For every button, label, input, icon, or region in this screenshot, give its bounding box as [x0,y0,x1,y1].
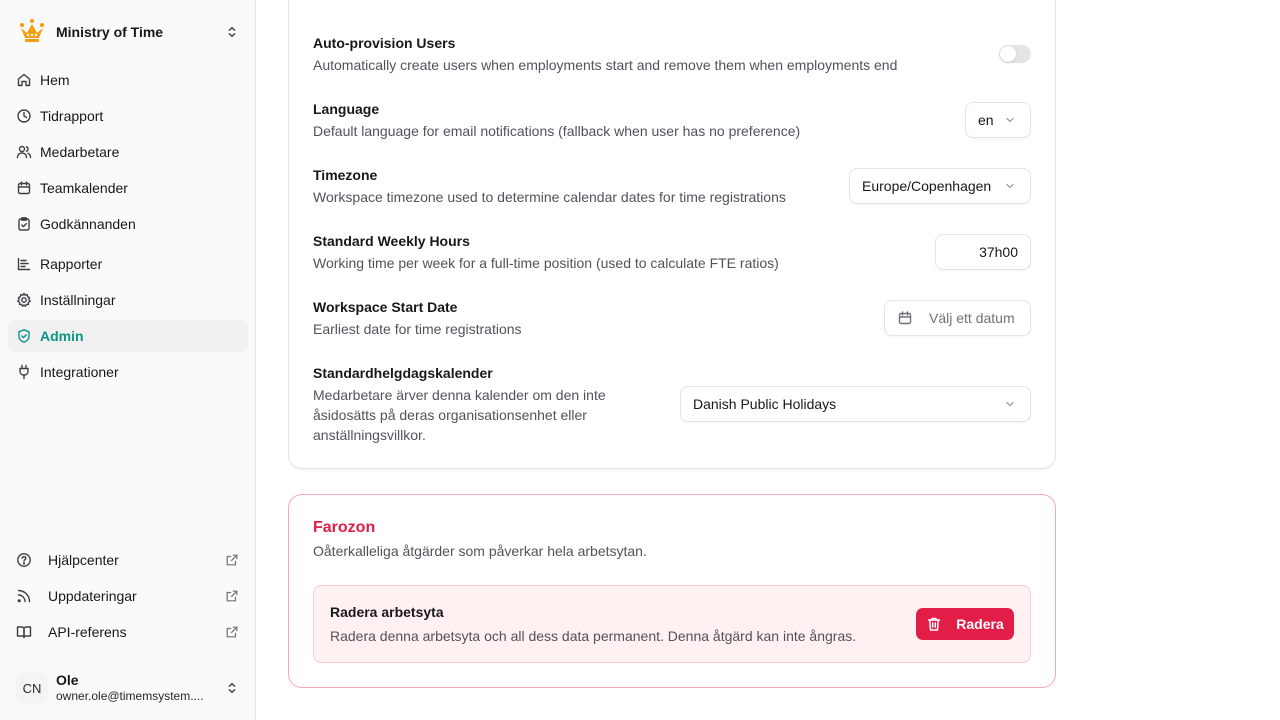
chevrons-up-down-icon [224,24,240,40]
sidebar-item-label: Admin [40,328,84,344]
help-circle-icon [16,552,32,568]
setting-desc: Working time per week for a full-time po… [313,255,779,271]
setting-title: Auto-provision Users [313,35,456,51]
external-link-icon [224,552,240,568]
holiday-calendar-select[interactable]: Danish Public Holidays [680,386,1031,422]
clock-icon [16,108,32,124]
setting-holiday-calendar: Standardhelgdagskalender Medarbetare ärv… [313,363,1031,445]
start-date-picker[interactable]: Välj ett datum [884,300,1031,336]
sidebar-item-label: Rapporter [40,256,103,272]
setting-timezone: Timezone Workspace timezone used to dete… [313,165,1031,207]
sidebar-item-label: Teamkalender [40,180,128,196]
weekly-hours-input[interactable]: 37h00 [935,234,1031,270]
shield-check-icon [16,328,32,344]
setting-language: Language Default language for email noti… [313,99,1031,141]
sidebar-item-admin[interactable]: Admin [8,320,248,352]
workspace-switcher[interactable]: Ministry of Time [8,12,248,52]
delete-workspace-button[interactable]: Radera [916,608,1014,640]
external-link-icon [224,588,240,604]
select-value: en [978,112,994,128]
calendar-icon [897,310,913,326]
sidebar-item-label: Medarbetare [40,144,120,160]
sidebar-item-rapporter[interactable]: Rapporter [8,248,248,280]
danger-zone-title: Farozon [313,519,376,536]
delete-workspace-title: Radera arbetsyta [330,604,444,620]
main-nav: Hem Tidrapport Medarbetare Teamkalender … [8,64,248,388]
sidebar-item-label: Uppdateringar [48,588,137,604]
sidebar-item-label: Integrationer [40,364,119,380]
delete-workspace-desc: Radera denna arbetsyta och all dess data… [330,628,857,644]
setting-title: Standardhelgdagskalender [313,365,493,381]
sidebar-item-label: Tidrapport [40,108,104,124]
sidebar-item-medarbetare[interactable]: Medarbetare [8,136,248,168]
gear-icon [16,292,32,308]
sidebar-item-integrationer[interactable]: Integrationer [8,356,248,388]
sidebar-item-label: Hem [40,72,70,88]
sidebar-item-tidrapport[interactable]: Tidrapport [8,100,248,132]
setting-desc: Automatically create users when employme… [313,57,898,73]
sidebar-item-installningar[interactable]: Inställningar [8,284,248,316]
chart-icon [16,256,32,272]
user-name: Ole [56,672,79,688]
setting-desc-line: anställningsvillkor. [313,427,426,443]
select-value: Danish Public Holidays [693,396,837,412]
user-menu[interactable]: CN Ole owner.ole@timemsystem.... [8,664,248,712]
delete-workspace-panel: Radera arbetsyta Radera denna arbetsyta … [313,585,1031,663]
chevron-down-icon [1002,112,1018,128]
setting-weekly-hours: Standard Weekly Hours Working time per w… [313,231,1031,273]
setting-title: Standard Weekly Hours [313,233,470,249]
danger-zone-card: Farozon Oåterkalleliga åtgärder som påve… [288,494,1056,688]
workspace-name: Ministry of Time [56,24,164,40]
timezone-select[interactable]: Europe/Copenhagen [849,168,1031,204]
sidebar-item-label: Hjälpcenter [48,552,119,568]
external-link-icon [224,624,240,640]
danger-zone-desc: Oåterkalleliga åtgärder som påverkar hel… [313,543,647,559]
book-icon [16,624,32,640]
home-icon [16,72,32,88]
clipboard-check-icon [16,216,32,232]
chevrons-up-down-icon [224,680,240,696]
sidebar-item-hem[interactable]: Hem [8,64,248,96]
users-icon [16,144,32,160]
sidebar-item-teamkalender[interactable]: Teamkalender [8,172,248,204]
toggle-knob [1000,46,1016,62]
setting-desc: Default language for email notifications… [313,123,801,139]
plug-icon [16,364,32,380]
user-email: owner.ole@timemsystem.... [56,689,204,703]
sidebar-item-api-referens[interactable]: API-referens [8,616,248,648]
sidebar-item-label: Inställningar [40,292,116,308]
chevron-down-icon [1002,178,1018,194]
sidebar: Ministry of Time Hem Tidrapport Medarbet… [0,0,256,720]
sidebar-item-godkannanden[interactable]: Godkännanden [8,208,248,240]
avatar: CN [16,672,48,704]
rss-icon [16,588,32,604]
calendar-icon [16,180,32,196]
language-select[interactable]: en [965,102,1031,138]
setting-auto-provision: Auto-provision Users Automatically creat… [313,33,1031,75]
select-value: Europe/Copenhagen [862,178,992,194]
setting-start-date: Workspace Start Date Earliest date for t… [313,297,1031,339]
chevron-down-icon [1002,396,1018,412]
delete-button-label: Radera [956,616,1004,632]
auto-provision-toggle[interactable] [999,45,1031,63]
sidebar-item-label: API-referens [48,624,127,640]
sidebar-item-hjalpcenter[interactable]: Hjälpcenter [8,544,248,576]
date-placeholder: Välj ett datum [929,310,1015,326]
sidebar-item-uppdateringar[interactable]: Uppdateringar [8,580,248,612]
sidebar-item-label: Godkännanden [40,216,136,232]
secondary-nav: Hjälpcenter Uppdateringar API-referens [8,544,248,648]
setting-title: Language [313,101,380,117]
crown-icon [16,16,48,48]
trash-icon [926,616,942,632]
